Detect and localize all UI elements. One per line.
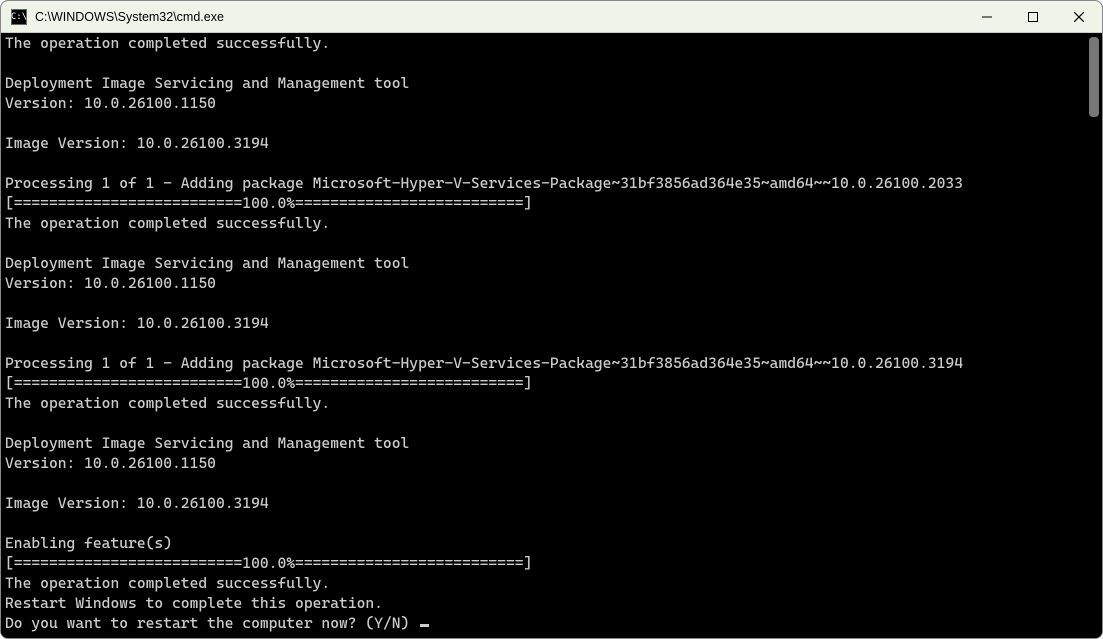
terminal-line: Deployment Image Servicing and Managemen… [5,433,1087,453]
terminal-line: The operation completed successfully. [5,213,1087,233]
terminal-line: Image Version: 10.0.26100.3194 [5,493,1087,513]
terminal-line [5,293,1087,313]
content-area: The operation completed successfully. Dep… [1,33,1102,638]
terminal-line: Image Version: 10.0.26100.3194 [5,133,1087,153]
terminal-line: The operation completed successfully. [5,393,1087,413]
terminal-line: [==========================100.0%=======… [5,373,1087,393]
terminal-line [5,233,1087,253]
window-controls [964,1,1102,32]
terminal-line: [==========================100.0%=======… [5,193,1087,213]
terminal-line [5,413,1087,433]
terminal-line: The operation completed successfully. [5,573,1087,593]
terminal-line [5,333,1087,353]
minimize-icon [982,12,992,22]
terminal-line [5,113,1087,133]
terminal-line: Do you want to restart the computer now?… [5,613,1087,633]
close-button[interactable] [1056,1,1102,32]
cursor [420,624,429,627]
terminal-line: Version: 10.0.26100.1150 [5,93,1087,113]
terminal-line: Processing 1 of 1 - Adding package Micro… [5,353,1087,373]
terminal-line: Deployment Image Servicing and Managemen… [5,73,1087,93]
scrollbar[interactable] [1087,33,1102,638]
terminal-line: Image Version: 10.0.26100.3194 [5,313,1087,333]
terminal-line: The operation completed successfully. [5,33,1087,53]
terminal-line: Enabling feature(s) [5,533,1087,553]
cmd-window: C:\ C:\WINDOWS\System32\cmd.exe The oper… [0,0,1103,639]
terminal-line: Version: 10.0.26100.1150 [5,273,1087,293]
terminal-line [5,53,1087,73]
maximize-icon [1028,12,1038,22]
close-icon [1074,12,1084,22]
terminal-line: Version: 10.0.26100.1150 [5,453,1087,473]
terminal-line [5,153,1087,173]
terminal-line [5,473,1087,493]
app-icon: C:\ [11,9,27,25]
titlebar[interactable]: C:\ C:\WINDOWS\System32\cmd.exe [1,1,1102,33]
terminal-line [5,513,1087,533]
minimize-button[interactable] [964,1,1010,32]
terminal-line: Deployment Image Servicing and Managemen… [5,253,1087,273]
terminal-line: [==========================100.0%=======… [5,553,1087,573]
terminal-output[interactable]: The operation completed successfully. Dep… [1,33,1087,638]
terminal-line: Restart Windows to complete this operati… [5,593,1087,613]
maximize-button[interactable] [1010,1,1056,32]
scrollbar-thumb[interactable] [1089,37,1099,117]
terminal-line: Processing 1 of 1 - Adding package Micro… [5,173,1087,193]
window-title: C:\WINDOWS\System32\cmd.exe [35,10,224,24]
